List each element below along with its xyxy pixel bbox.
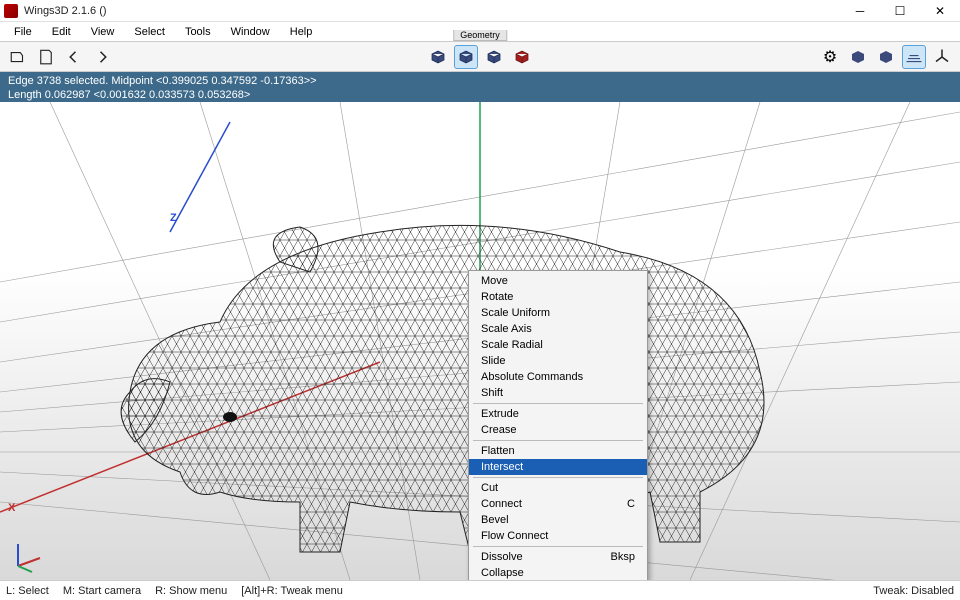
selection-line2: Length 0.062987 <0.001632 0.033573 0.053… [8,88,952,102]
ctx-item-flow-connect[interactable]: Flow Connect [469,528,647,544]
ctx-item-cut[interactable]: Cut [469,480,647,496]
face-mode-button[interactable] [482,45,506,69]
ctx-item-scale-uniform[interactable]: Scale Uniform [469,305,647,321]
ctx-item-crease[interactable]: Crease [469,422,647,438]
ctx-item-intersect[interactable]: Intersect [469,459,647,475]
undo-button[interactable] [62,45,86,69]
tweak-status: Tweak: Disabled [873,585,954,597]
ctx-item-absolute-commands[interactable]: Absolute Commands [469,369,647,385]
axis-x-label: X [8,502,15,514]
ctx-separator [473,440,643,441]
menu-edit[interactable]: Edit [44,24,79,40]
window-titlebar: Wings3D 2.1.6 () ─ ☐ ✕ [0,0,960,22]
ctx-item-dissolve[interactable]: DissolveBksp [469,549,647,565]
hint-m: M: Start camera [63,585,141,597]
ctx-item-slide[interactable]: Slide [469,353,647,369]
ctx-item-rotate[interactable]: Rotate [469,289,647,305]
body-mode-button[interactable] [510,45,534,69]
hint-altr: [Alt]+R: Tweak menu [241,585,343,597]
ctx-item-scale-axis[interactable]: Scale Axis [469,321,647,337]
ctx-item-flatten[interactable]: Flatten [469,443,647,459]
redo-button[interactable] [90,45,114,69]
minimize-button[interactable]: ─ [840,0,880,21]
menu-select[interactable]: Select [126,24,173,40]
menu-view[interactable]: View [83,24,123,40]
preferences-button[interactable]: ⚙ [818,45,842,69]
edge-mode-button[interactable] [454,45,478,69]
ground-plane-button[interactable] [902,45,926,69]
window-title: Wings3D 2.1.6 () [24,5,840,17]
ctx-item-bevel[interactable]: Bevel [469,512,647,528]
open-button[interactable] [6,45,30,69]
menu-window[interactable]: Window [223,24,278,40]
close-button[interactable]: ✕ [920,0,960,21]
maximize-button[interactable]: ☐ [880,0,920,21]
save-button[interactable] [34,45,58,69]
ctx-item-extrude[interactable]: Extrude [469,406,647,422]
hint-r: R: Show menu [155,585,227,597]
menu-file[interactable]: File [6,24,40,40]
menu-tools[interactable]: Tools [177,24,219,40]
ctx-item-scale-radial[interactable]: Scale Radial [469,337,647,353]
ctx-item-move[interactable]: Move [469,273,647,289]
ctx-item-shift[interactable]: Shift [469,385,647,401]
menu-help[interactable]: Help [282,24,321,40]
flat-shading-button[interactable] [846,45,870,69]
ctx-separator [473,546,643,547]
geometry-label: Geometry [453,30,507,41]
ctx-separator [473,477,643,478]
ctx-item-connect[interactable]: ConnectC [469,496,647,512]
toolbar: ⚙ [0,42,960,72]
viewport-3d[interactable]: Z X MoveRotateScale UniformScale AxisSca… [0,102,960,580]
gear-icon: ⚙ [823,47,837,67]
hint-l: L: Select [6,585,49,597]
context-menu: MoveRotateScale UniformScale AxisScale R… [468,270,648,580]
selection-line1: Edge 3738 selected. Midpoint <0.399025 0… [8,74,952,88]
vertex-mode-button[interactable] [426,45,450,69]
axis-gizmo [10,538,46,574]
app-icon [4,4,18,18]
ctx-separator [473,403,643,404]
selection-info-bar: Edge 3738 selected. Midpoint <0.399025 0… [0,72,960,102]
ctx-item-collapse[interactable]: Collapse [469,565,647,580]
footer-hint-bar: L: Select M: Start camera R: Show menu [… [0,580,960,600]
axes-button[interactable] [930,45,954,69]
smooth-shading-button[interactable] [874,45,898,69]
mesh-object[interactable] [100,192,800,572]
